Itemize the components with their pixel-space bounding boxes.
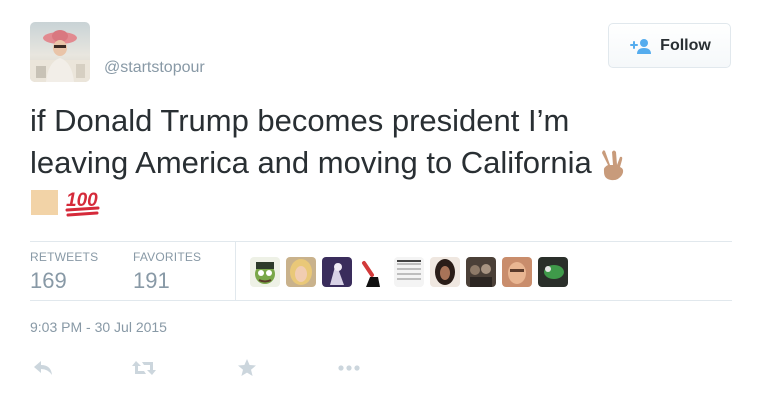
stats-divider-bottom	[30, 300, 732, 301]
favoriter-avatar-textgrid[interactable]	[394, 257, 424, 287]
favorites-count: 191	[133, 268, 170, 293]
tweet-timestamp[interactable]: 9:03 PM - 30 Jul 2015	[30, 319, 167, 335]
add-user-icon	[628, 38, 652, 54]
tweet-card: @startstopour Follow if Donald Trump bec…	[0, 0, 770, 405]
tweet-actions	[33, 358, 361, 378]
skin-tone-swatch-emoji	[30, 187, 60, 217]
more-icon[interactable]	[337, 364, 361, 372]
stats-divider-top	[30, 241, 732, 242]
tweet-text-line-1: if Donald Trump becomes president I’m	[30, 103, 570, 138]
favorite-icon[interactable]	[237, 358, 257, 378]
victory-hand-emoji	[600, 149, 626, 181]
favorites-stat[interactable]: FAVORITES 191	[133, 250, 201, 294]
profile-avatar[interactable]	[30, 22, 90, 82]
tweet-text-line-2-words: leaving America and moving to California	[30, 145, 592, 180]
favoriter-avatar-blonde[interactable]	[286, 257, 316, 287]
favoriter-avatar-darkhair[interactable]	[430, 257, 460, 287]
favoriter-avatar-group[interactable]	[466, 257, 496, 287]
tweet-text: if Donald Trump becomes president I’m le…	[30, 100, 735, 218]
favoriter-avatar-selfie[interactable]	[502, 257, 532, 287]
retweet-icon[interactable]	[131, 359, 157, 377]
favoriter-avatar-purple[interactable]	[322, 257, 352, 287]
favorites-label: FAVORITES	[133, 250, 202, 264]
favoriter-avatar-frog[interactable]	[250, 257, 280, 287]
retweets-stat[interactable]: RETWEETS 169	[30, 250, 98, 294]
tweet-text-line-3: 100	[30, 186, 735, 218]
stats-separator	[235, 242, 236, 300]
retweets-label: RETWEETS	[30, 250, 99, 264]
favoriter-avatar-green[interactable]	[538, 257, 568, 287]
user-handle[interactable]: @startstopour	[104, 59, 205, 77]
tweet-text-line-2: leaving America and moving to California	[30, 142, 735, 184]
hundred-points-emoji: 100	[64, 186, 102, 218]
reply-icon[interactable]	[33, 360, 53, 376]
retweets-count: 169	[30, 268, 67, 293]
follow-button[interactable]: Follow	[608, 23, 731, 68]
favoriters-list	[250, 257, 568, 287]
follow-button-label: Follow	[660, 36, 711, 54]
favoriter-avatar-hand[interactable]	[358, 257, 388, 287]
